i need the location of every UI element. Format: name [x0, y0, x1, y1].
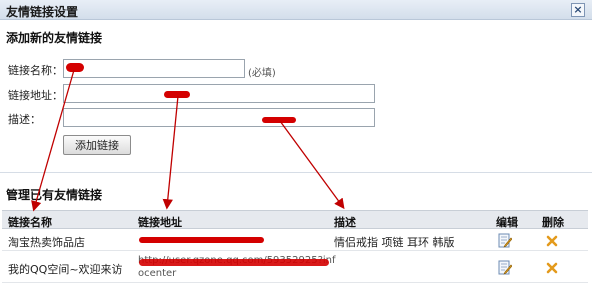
- links-table-header: 链接名称 链接地址 描述 编辑 删除: [2, 210, 588, 229]
- dialog-title: 友情链接设置: [6, 5, 79, 19]
- add-link-button[interactable]: 添加链接: [63, 135, 131, 155]
- redaction-mark: [139, 259, 329, 266]
- close-icon[interactable]: ×: [573, 3, 582, 16]
- manage-section-title: 管理已有友情链接: [6, 188, 103, 202]
- redaction-mark: [262, 117, 296, 123]
- edit-icon[interactable]: [498, 260, 512, 275]
- column-header-desc: 描述: [334, 216, 356, 229]
- section-divider: [0, 172, 592, 173]
- link-desc-input[interactable]: [63, 108, 375, 127]
- column-header-url: 链接地址: [138, 216, 182, 229]
- link-name-cell: 我的QQ空间~欢迎来访: [8, 263, 123, 276]
- column-header-delete: 删除: [542, 216, 564, 229]
- link-name-input[interactable]: [63, 59, 245, 78]
- redaction-mark: [164, 91, 190, 98]
- delete-icon[interactable]: [546, 262, 558, 274]
- link-desc-cell: 情侣戒指 项链 耳环 韩版: [334, 236, 455, 249]
- link-name-cell: 淘宝热卖饰品店: [8, 236, 85, 249]
- close-button[interactable]: ×: [571, 3, 585, 17]
- required-hint: (必填): [248, 68, 276, 79]
- add-section-title: 添加新的友情链接: [6, 31, 103, 45]
- redaction-mark: [139, 237, 264, 243]
- dialog-titlebar: 友情链接设置 ×: [0, 0, 592, 20]
- delete-icon[interactable]: [546, 235, 558, 247]
- link-url-cell-continued[interactable]: ocenter: [138, 267, 176, 280]
- column-header-edit: 编辑: [496, 216, 518, 229]
- column-header-name: 链接名称: [8, 216, 52, 229]
- redaction-mark: [66, 63, 84, 72]
- link-url-label: 链接地址：: [8, 89, 63, 102]
- link-url-input[interactable]: [63, 84, 375, 103]
- table-row: 淘宝热卖饰品店 情侣戒指 项链 耳环 韩版: [2, 230, 588, 251]
- edit-icon[interactable]: [498, 233, 512, 248]
- link-desc-label: 描述：: [8, 113, 41, 126]
- arrow-to-desc-column: [279, 120, 345, 210]
- link-name-label: 链接名称：: [8, 64, 63, 77]
- table-row: 我的QQ空间~欢迎来访 http://user.qzone.qq.com/593…: [2, 252, 588, 283]
